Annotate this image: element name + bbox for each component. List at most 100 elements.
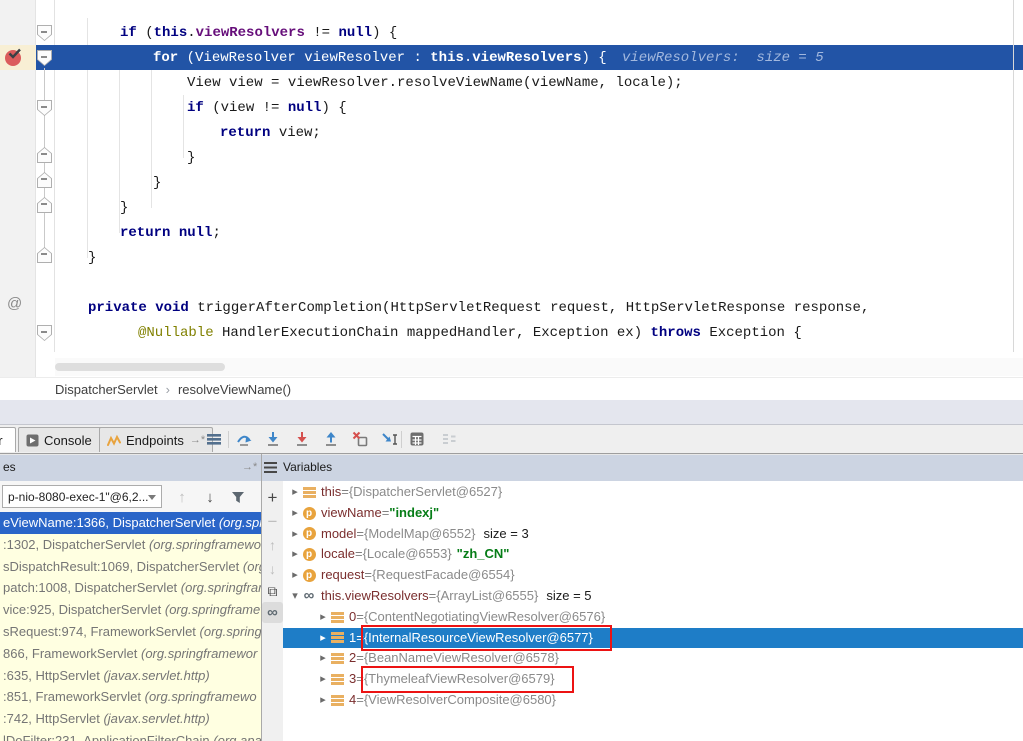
fold-marker-icon[interactable] — [37, 50, 52, 66]
toolwindow-top-band — [0, 400, 1023, 425]
step-into-button[interactable] — [262, 428, 284, 450]
code-editor[interactable]: if (this.viewResolvers != null) {for (Vi… — [0, 0, 1023, 377]
scrollbar-thumb[interactable] — [55, 363, 225, 371]
restore-layout-button[interactable] — [438, 428, 460, 450]
annotation-gutter-icon: @ — [7, 295, 22, 313]
code-line: if (this.viewResolvers != null) { — [0, 21, 1023, 46]
variable-row[interactable]: ▸pmodel = {ModelMap@6552}size = 3 — [283, 524, 1023, 545]
chevron-right-icon[interactable]: ▸ — [288, 544, 302, 565]
variable-name: this — [321, 482, 341, 503]
chevron-right-icon[interactable]: ▸ — [316, 648, 330, 669]
bars-icon — [330, 673, 344, 686]
variable-row[interactable]: ▸3 = {ThymeleafViewResolver@6579} — [283, 669, 1023, 690]
variable-row[interactable]: ▾∞this.viewResolvers = {ArrayList@6555}s… — [283, 586, 1023, 607]
frame-row[interactable]: :635, HttpServlet (javax.servlet.http) — [0, 665, 261, 687]
evaluate-expression-button[interactable] — [406, 428, 428, 450]
horizontal-scrollbar[interactable] — [55, 358, 1023, 376]
variable-name: 2 — [349, 648, 356, 669]
variable-row[interactable]: ▸pviewName = "indexj" — [283, 503, 1023, 524]
variable-row[interactable]: ▸4 = {ViewResolverComposite@6580} — [283, 690, 1023, 711]
debugger-menu-button[interactable] — [203, 428, 225, 450]
remove-watch-button[interactable]: − — [262, 511, 283, 532]
chevron-right-icon[interactable]: ▸ — [316, 690, 330, 711]
variable-row[interactable]: ▸prequest = {RequestFacade@6554} — [283, 565, 1023, 586]
param-icon: p — [302, 569, 316, 582]
fold-marker-icon[interactable] — [37, 197, 52, 213]
code-line: return view; — [0, 121, 1023, 146]
variable-row[interactable]: ▸2 = {BeanNameViewResolver@6578} — [283, 648, 1023, 669]
bars-icon — [302, 486, 316, 499]
chevron-right-icon[interactable]: ▸ — [288, 482, 302, 503]
frame-row[interactable]: :742, HttpServlet (javax.servlet.http) — [0, 708, 261, 730]
drop-frame-button[interactable] — [349, 428, 371, 450]
arrow-down-icon: ↓ — [269, 561, 276, 577]
frame-row[interactable]: sDispatchResult:1069, DispatcherServlet … — [0, 556, 261, 578]
variable-row[interactable]: ▸plocale = {Locale@6553}"zh_CN" — [283, 544, 1023, 565]
add-watch-button[interactable]: + — [262, 487, 283, 508]
chevron-right-icon[interactable]: ▸ — [288, 524, 302, 545]
equals-sign: = — [356, 690, 364, 711]
tab-endpoints-label: Endpoints — [126, 428, 184, 453]
frames-header-label: es — [3, 455, 16, 480]
step-over-icon — [236, 431, 252, 447]
variable-value: {InternalResourceViewResolver@6577} — [364, 628, 609, 649]
debug-tabbar: er Console →* Endpoints →* — [0, 425, 1023, 454]
variable-value: {ContentNegotiatingViewResolver@6576} — [364, 607, 605, 628]
variable-name: viewName — [321, 503, 382, 524]
frame-row[interactable]: :851, FrameworkServlet (org.springframew… — [0, 686, 261, 708]
calculator-icon — [409, 431, 425, 447]
tab-console-label: Console — [44, 428, 92, 453]
equals-sign: = — [356, 669, 364, 690]
step-over-button[interactable] — [233, 428, 255, 450]
fold-marker-icon[interactable] — [37, 172, 52, 188]
force-step-into-button[interactable] — [291, 428, 313, 450]
tab-debugger[interactable]: er — [0, 427, 16, 452]
breakpoint-icon[interactable] — [4, 47, 24, 67]
move-watch-up-button[interactable]: ↑ — [262, 534, 283, 555]
duplicate-watch-button[interactable]: ⧉ — [262, 581, 283, 602]
variable-row[interactable]: ▸this = {DispatcherServlet@6527} — [283, 482, 1023, 503]
frame-row[interactable]: sRequest:974, FrameworkServlet (org.spri… — [0, 621, 261, 643]
variable-row[interactable]: ▸0 = {ContentNegotiatingViewResolver@657… — [283, 607, 1023, 628]
thread-dropdown[interactable]: p-nio-8080-exec-1"@6,2... — [2, 485, 162, 508]
step-into-icon — [265, 431, 281, 447]
frame-row[interactable]: patch:1008, DispatcherServlet (org.sprin… — [0, 577, 261, 599]
fold-marker-icon[interactable] — [37, 100, 52, 116]
frame-row[interactable]: :1302, DispatcherServlet (org.springfram… — [0, 534, 261, 556]
breadcrumb-method[interactable]: resolveViewName() — [178, 382, 291, 397]
fold-marker-icon[interactable] — [37, 247, 52, 263]
chevron-right-icon[interactable]: ▸ — [288, 503, 302, 524]
frame-row[interactable]: eViewName:1366, DispatcherServlet (org.s… — [0, 512, 261, 534]
force-step-into-icon — [294, 431, 310, 447]
frame-row[interactable]: lDoFilter:231, ApplicationFilterChain (o… — [0, 730, 261, 741]
chevron-right-icon[interactable]: ▸ — [316, 628, 330, 649]
variable-row[interactable]: ▸1 = {InternalResourceViewResolver@6577} — [283, 628, 1023, 649]
tab-endpoints[interactable]: Endpoints →* — [99, 427, 213, 452]
breadcrumb-class[interactable]: DispatcherServlet — [55, 382, 158, 397]
hamburger-icon — [264, 462, 277, 473]
chevron-right-icon[interactable]: ▸ — [316, 669, 330, 690]
variable-value: {DispatcherServlet@6527} — [349, 482, 502, 503]
fold-marker-icon[interactable] — [37, 147, 52, 163]
glasses-icon: ∞ — [267, 604, 278, 621]
hamburger-icon — [206, 431, 222, 447]
bars-icon — [330, 611, 344, 624]
fold-marker-icon[interactable] — [37, 25, 52, 41]
step-out-button[interactable] — [320, 428, 342, 450]
run-to-cursor-button[interactable] — [378, 428, 400, 450]
chevron-down-icon[interactable]: ▾ — [288, 586, 302, 607]
bars-icon — [330, 694, 344, 707]
chevron-right-icon[interactable]: ▸ — [316, 607, 330, 628]
frame-row[interactable]: vice:925, DispatcherServlet (org.springf… — [0, 599, 261, 621]
previous-frame-button[interactable]: ↑ — [170, 485, 194, 509]
console-icon — [26, 434, 39, 447]
show-watches-toggle[interactable]: ∞ — [262, 602, 283, 623]
frame-row[interactable]: 866, FrameworkServlet (org.springframewo… — [0, 643, 261, 665]
fold-marker-icon[interactable] — [37, 325, 52, 341]
move-watch-down-button[interactable]: ↓ — [262, 558, 283, 579]
next-frame-button[interactable]: ↓ — [198, 485, 222, 509]
thread-selector-row: p-nio-8080-exec-1"@6,2... ↑ ↓ — [0, 481, 261, 513]
hide-frames-filter-button[interactable] — [226, 485, 250, 509]
layout-icon — [441, 431, 457, 447]
chevron-right-icon[interactable]: ▸ — [288, 565, 302, 586]
